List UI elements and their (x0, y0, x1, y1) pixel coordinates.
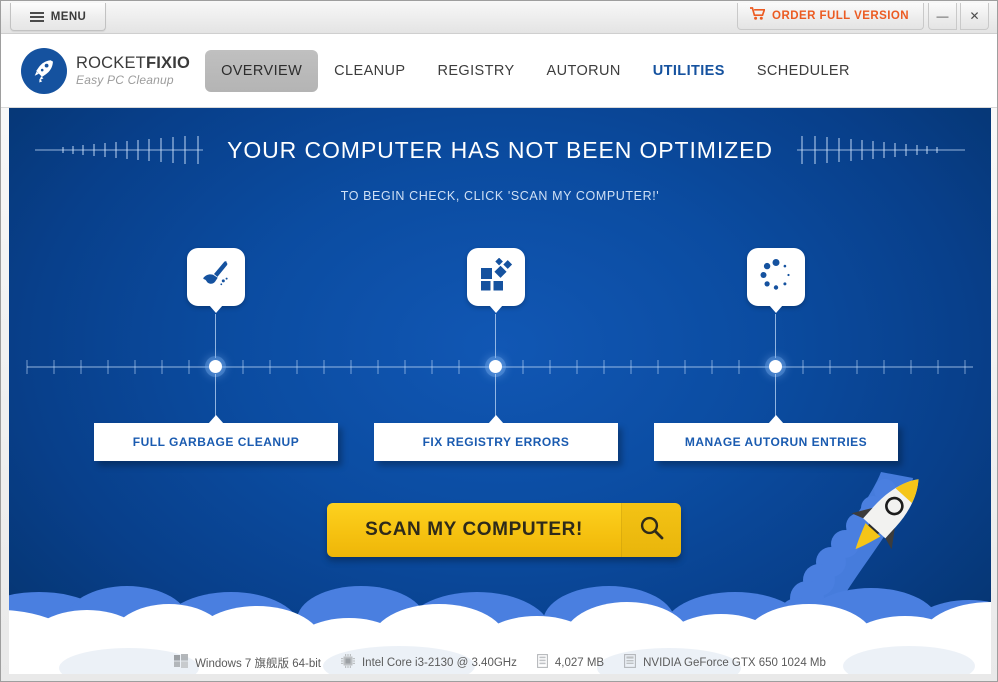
connector-stem-autorun (775, 314, 776, 358)
connector-stem-cleanup (215, 314, 216, 358)
headline-row: YOUR COMPUTER HAS NOT BEEN OPTIMIZED (9, 126, 991, 174)
tab-utilities[interactable]: UTILITIES (637, 51, 741, 91)
tab-registry[interactable]: REGISTRY (421, 51, 530, 91)
registry-blocks-icon (479, 257, 513, 297)
status-item-gpu: NVIDIA GeForce GTX 650 1024 Mb (624, 653, 826, 673)
rocket-logo-icon (21, 47, 67, 94)
minimize-button[interactable]: — (928, 3, 957, 30)
status-item-ram-text: 4,027 MB (554, 657, 605, 669)
timeline-node-registry (489, 360, 502, 373)
order-full-version-label: ORDER FULL VERSION (772, 10, 909, 22)
feature-icon-cleanup[interactable] (187, 248, 245, 313)
feature-icon-autorun[interactable] (747, 248, 805, 313)
brand-name: ROCKETFIXIO (76, 55, 190, 72)
title-bar: MENU ORDER FULL VERSION — ✕ (1, 1, 997, 34)
ram-icon (536, 653, 548, 673)
tab-cleanup-label: CLEANUP (334, 62, 406, 79)
tab-scheduler-label: SCHEDULER (756, 62, 850, 79)
status-item-cpu-text: Intel Core i3-2130 @ 3.40GHz (361, 657, 517, 669)
tab-overview-label: OVERVIEW (221, 62, 303, 79)
close-button[interactable]: ✕ (960, 3, 989, 30)
tab-autorun[interactable]: AUTORUN (531, 51, 637, 91)
broom-icon (198, 257, 234, 298)
page-subline: TO BEGIN CHECK, CLICK 'SCAN MY COMPUTER!… (340, 189, 660, 203)
tab-overview[interactable]: OVERVIEW (205, 49, 319, 92)
connector-stem-cleanup-lower (215, 374, 216, 419)
status-bar: Windows 7 旗舰版 64-bit Intel Core i3-2130 … (9, 646, 991, 680)
connector-stem-autorun-lower (775, 374, 776, 419)
tab-utilities-label: UTILITIES (652, 62, 725, 79)
timeline-node-autorun (769, 360, 782, 373)
hamburger-icon (29, 11, 44, 22)
order-full-version-button[interactable]: ORDER FULL VERSION (737, 3, 924, 30)
tab-registry-label: REGISTRY (437, 62, 515, 79)
close-icon: ✕ (969, 9, 980, 23)
minimize-icon: — (936, 9, 949, 23)
status-item-gpu-text: NVIDIA GeForce GTX 650 1024 Mb (643, 657, 826, 669)
status-item-cpu: Intel Core i3-2130 @ 3.40GHz (340, 653, 517, 673)
connector-stem-registry-lower (495, 374, 496, 419)
ruler-left-decoration (35, 135, 204, 165)
menu-button[interactable]: MENU (10, 3, 106, 31)
menu-button-label: MENU (50, 10, 87, 23)
connector-stem-registry (495, 314, 496, 358)
gpu-icon (624, 653, 637, 673)
status-item-os-text: Windows 7 旗舰版 64-bit (195, 658, 321, 670)
brand-name-bold: FIXIO (145, 53, 191, 72)
brand-logo: ROCKETFIXIO Easy PC Cleanup (21, 47, 190, 94)
feature-icon-registry[interactable] (467, 248, 525, 313)
nav-tabs: OVERVIEW CLEANUP REGISTRY AUTORUN UTILIT… (205, 49, 866, 92)
spinner-dots-icon (759, 258, 793, 297)
cpu-icon (340, 653, 355, 673)
navigation-bar: ROCKETFIXIO Easy PC Cleanup OVERVIEW CLE… (1, 34, 997, 108)
shopping-cart-icon (750, 7, 766, 25)
brand-tagline: Easy PC Cleanup (76, 73, 174, 88)
timeline-node-cleanup (209, 360, 222, 373)
status-item-ram: 4,027 MB (536, 653, 605, 673)
status-item-os: Windows 7 旗舰版 64-bit (174, 653, 321, 673)
tab-scheduler[interactable]: SCHEDULER (741, 51, 866, 91)
ruler-right-decoration (796, 135, 965, 165)
brand-name-light: ROCKET (76, 53, 146, 72)
windows-icon (174, 653, 189, 673)
overview-stage: YOUR COMPUTER HAS NOT BEEN OPTIMIZED TO … (9, 108, 991, 674)
tab-cleanup[interactable]: CLEANUP (318, 51, 421, 91)
tab-autorun-label: AUTORUN (546, 62, 621, 79)
page-headline: YOUR COMPUTER HAS NOT BEEN OPTIMIZED (227, 136, 773, 163)
scenery-illustration (9, 444, 991, 674)
app-window: MENU ORDER FULL VERSION — ✕ ROCKETFIXIO … (0, 0, 998, 682)
